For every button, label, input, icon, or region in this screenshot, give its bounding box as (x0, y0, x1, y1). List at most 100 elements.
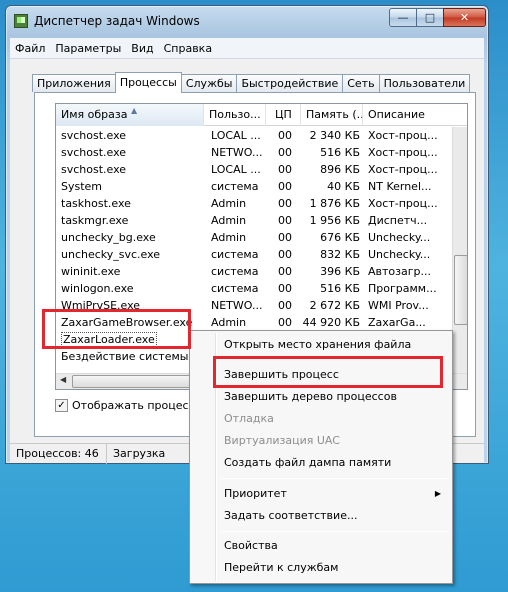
process-name: ZaxarLoader.exe (56, 331, 204, 348)
process-user-text: система (211, 282, 259, 295)
process-description: Программ... (363, 280, 452, 297)
tab-processes[interactable]: Процессы (114, 72, 182, 93)
menu-view[interactable]: Вид (126, 42, 158, 55)
menu-open-file-location[interactable]: Открыть место хранения файла (193, 335, 449, 355)
menu-options[interactable]: Параметры (50, 42, 126, 55)
process-description-text: Автозагр... (368, 265, 431, 278)
process-cpu: 00 (266, 212, 301, 229)
show-all-checkbox[interactable]: ✓ (55, 399, 68, 412)
process-memory: 396 КБ (301, 263, 363, 280)
status-process-count: Процессов: 46 (10, 444, 107, 464)
process-name: svchost.exe (56, 144, 204, 161)
menu-properties[interactable]: Свойства (193, 536, 449, 556)
menu-bar: Файл Параметры Вид Справка (10, 38, 484, 58)
column-description[interactable]: Описание (363, 104, 467, 126)
tab-performance[interactable]: Быстродействие (236, 74, 344, 92)
menu-end-process-tree[interactable]: Завершить дерево процессов (193, 387, 449, 407)
table-row[interactable]: unchecky_svc.exe система 00 832 КБ Unchecky.… (56, 246, 452, 263)
process-memory: 676 КБ (301, 229, 363, 246)
scroll-left-icon[interactable]: ◀ (60, 375, 66, 384)
process-memory-text: 2 340 КБ (309, 129, 360, 142)
process-description: Unchecky... (363, 229, 452, 246)
close-button[interactable]: ✕ (443, 8, 486, 27)
process-name-text: wininit.exe (61, 265, 121, 278)
process-memory-text: 516 КБ (320, 146, 360, 159)
column-memory[interactable]: Память (... (301, 104, 363, 126)
process-user: NETWO... (204, 297, 266, 314)
column-cpu[interactable]: ЦП (266, 104, 301, 126)
process-description: NT Kernel... (363, 178, 452, 195)
table-row[interactable]: taskhost.exe Admin 00 1 876 КБ Хост-проц... (56, 195, 452, 212)
process-cpu-text: 00 (278, 248, 292, 261)
process-description: Хост-проц... (363, 161, 452, 178)
table-row[interactable]: svchost.exe LOCAL ... 00 896 КБ Хост-проц... (56, 161, 452, 178)
process-memory: 1 956 КБ (301, 212, 363, 229)
process-name-text: svchost.exe (61, 163, 127, 176)
process-user: NETWO... (204, 144, 266, 161)
process-memory: 832 КБ (301, 246, 363, 263)
process-memory-text: 1 956 КБ (309, 214, 360, 227)
process-description: ZaxarGa... (363, 314, 452, 331)
process-name: taskmgr.exe (56, 212, 204, 229)
process-cpu: 00 (266, 229, 301, 246)
horizontal-scroll-thumb[interactable] (72, 375, 192, 388)
process-name-text: taskmgr.exe (61, 214, 129, 227)
column-image-name[interactable]: ▲ Имя образа (56, 104, 204, 126)
tab-network[interactable]: Сеть (342, 74, 380, 92)
submenu-arrow-icon: ▶ (434, 489, 441, 498)
process-memory: 1 876 КБ (301, 195, 363, 212)
process-cpu: 00 (266, 144, 301, 161)
process-description-text: Unchecky... (368, 231, 431, 244)
menu-priority-label: Приоритет (224, 487, 287, 500)
menu-separator (221, 478, 449, 479)
vertical-scrollbar[interactable] (452, 127, 467, 373)
menu-end-process[interactable]: Завершить процесс (193, 365, 449, 385)
process-description: Хост-проц... (363, 195, 452, 212)
table-row[interactable]: taskmgr.exe Admin 00 1 956 КБ Диспетч... (56, 212, 452, 229)
table-row[interactable]: svchost.exe NETWO... 00 516 КБ Хост-проц... (56, 144, 452, 161)
process-description-text: NT Kernel... (368, 180, 432, 193)
process-cpu-text: 00 (278, 316, 292, 329)
process-user: Admin (204, 314, 266, 331)
table-row[interactable]: ZaxarGameBrowser.exe Admin 00 44 920 КБ Zaxa… (56, 314, 452, 331)
table-row[interactable]: WmiPrvSE.exe NETWO... 00 2 672 КБ WMI Prov..… (56, 297, 452, 314)
column-user[interactable]: Пользо... (204, 104, 266, 126)
process-cpu-text: 00 (278, 282, 292, 295)
process-name-text: unchecky_bg.exe (61, 231, 156, 244)
maximize-button[interactable]: □ (416, 8, 444, 27)
tab-users[interactable]: Пользователи (378, 74, 471, 92)
process-name: System (56, 178, 204, 195)
table-row[interactable]: unchecky_bg.exe Admin 00 676 КБ Unchecky... (56, 229, 452, 246)
minimize-button[interactable]: — (389, 8, 417, 27)
title-bar[interactable]: Диспетчер задач Windows — □ ✕ (6, 6, 488, 36)
process-description-text: Диспетч... (368, 214, 428, 227)
context-menu: Открыть место хранения файла Завершить п… (189, 330, 453, 584)
process-memory: 516 КБ (301, 144, 363, 161)
table-row[interactable]: winlogon.exe система 00 516 КБ Программ... (56, 280, 452, 297)
window-title: Диспетчер задач Windows (34, 14, 200, 28)
table-row[interactable]: wininit.exe система 00 396 КБ Автозагр... (56, 263, 452, 280)
table-row[interactable]: svchost.exe LOCAL ... 00 2 340 КБ Хост-проц.… (56, 127, 452, 144)
process-user-text: система (211, 180, 259, 193)
tab-services[interactable]: Службы (180, 74, 238, 92)
task-manager-icon (14, 14, 28, 28)
menu-priority[interactable]: Приоритет ▶ (193, 484, 449, 504)
process-user: LOCAL ... (204, 127, 266, 144)
menu-set-affinity[interactable]: Задать соответствие... (193, 506, 449, 526)
process-user: система (204, 280, 266, 297)
process-cpu-text: 00 (278, 231, 292, 244)
menu-help[interactable]: Справка (159, 42, 217, 55)
tab-applications[interactable]: Приложения (32, 74, 116, 92)
process-cpu-text: 00 (278, 129, 292, 142)
vertical-scroll-thumb[interactable] (454, 255, 467, 325)
process-memory-text: 832 КБ (320, 248, 360, 261)
process-memory-text: 1 876 КБ (309, 197, 360, 210)
menu-go-to-services[interactable]: Перейти к службам (193, 558, 449, 578)
process-cpu: 00 (266, 127, 301, 144)
process-cpu: 00 (266, 263, 301, 280)
process-cpu-text: 00 (278, 299, 292, 312)
menu-separator (221, 358, 449, 359)
menu-create-dump[interactable]: Создать файл дампа памяти (193, 453, 449, 473)
menu-file[interactable]: Файл (10, 42, 50, 55)
table-row[interactable]: System система 00 40 КБ NT Kernel... (56, 178, 452, 195)
